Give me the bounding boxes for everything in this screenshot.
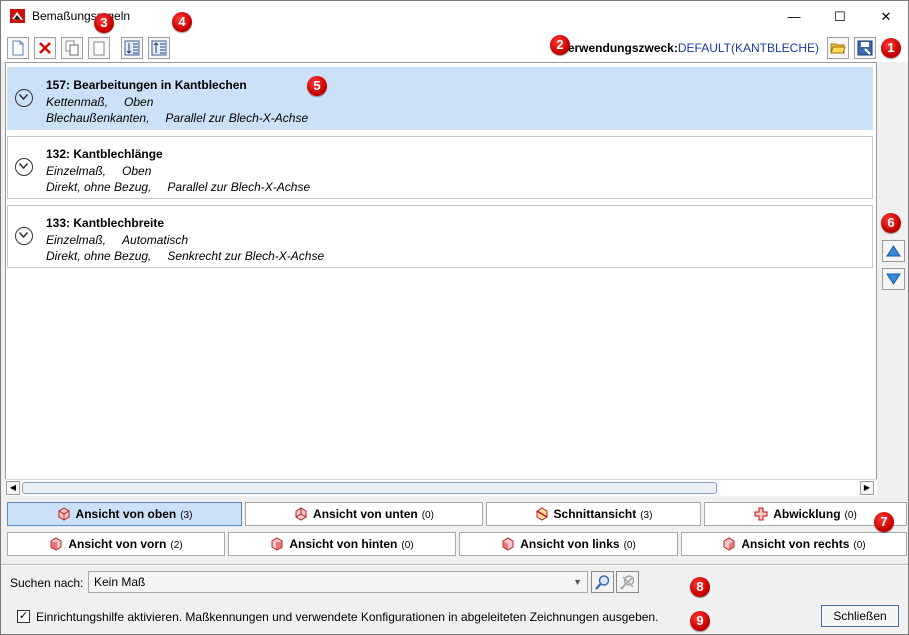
save-icon (857, 40, 873, 56)
save-configuration-button[interactable] (854, 37, 876, 59)
chevron-down-icon (19, 94, 28, 100)
search-combobox[interactable]: Kein Maß ▼ (88, 571, 588, 593)
move-down-button[interactable] (882, 268, 905, 290)
rule-title: 132: Kantblechlänge (46, 147, 163, 161)
setup-help-label: Einrichtungshilfe aktivieren. Maßkennung… (36, 610, 659, 624)
chevron-down-icon[interactable]: ▼ (573, 572, 582, 592)
new-document-icon (12, 40, 24, 56)
rule-line-1: Einzelmaß, Oben (46, 164, 152, 178)
section-cube-icon (536, 507, 548, 521)
view-bottom-button[interactable]: Ansicht von unten (0) (245, 502, 483, 526)
rules-list[interactable]: 157: Bearbeitungen in Kantblechen Ketten… (5, 62, 877, 495)
view-section-button[interactable]: Schnittansicht (3) (486, 502, 701, 526)
scroll-thumb[interactable] (22, 482, 717, 494)
expand-rule-toggle[interactable] (15, 227, 33, 245)
rule-line-1: Kettenmaß, Oben (46, 95, 154, 109)
purpose-label: Verwendungszweck: (560, 41, 678, 55)
view-top-button[interactable]: Ansicht von oben (3) (7, 502, 242, 526)
arrow-up-icon (886, 245, 901, 257)
rule-line-1: Einzelmaß, Automatisch (46, 233, 189, 247)
clear-search-icon (620, 575, 635, 590)
folder-open-icon (830, 43, 846, 54)
purpose-value: DEFAULT(KANTBLECHE) (677, 41, 819, 55)
rule-line-2: Blechaußenkanten, Parallel zur Blech-X-Ac… (46, 111, 309, 125)
copy-icon (65, 40, 79, 56)
rule-card[interactable]: 157: Bearbeitungen in Kantblechen Ketten… (7, 67, 873, 130)
view-right-button[interactable]: Ansicht von rechts (0) (681, 532, 907, 556)
callout-badge: 3 (94, 13, 114, 33)
cube-icon (295, 507, 307, 521)
paste-icon (93, 41, 105, 56)
callout-badge: 7 (874, 512, 894, 532)
cube-icon (502, 537, 514, 551)
rule-line-2: Direkt, ohne Bezug, Senkrecht zur Blech-X… (46, 249, 325, 263)
cube-icon (58, 507, 70, 521)
expand-all-icon (124, 40, 140, 56)
collapse-all-button[interactable] (148, 37, 170, 59)
scroll-left-button[interactable]: ◀ (6, 481, 20, 495)
scroll-right-button[interactable]: ▶ (860, 481, 874, 495)
toolbar: Verwendungszweck:DEFAULT(KANTBLECHE) (1, 32, 908, 62)
rule-title: 133: Kantblechbreite (46, 216, 165, 230)
divider (1, 565, 908, 566)
rule-title: 157: Bearbeitungen in Kantblechen (46, 78, 247, 92)
window-title: Bemaßungsregeln (32, 9, 131, 23)
callout-badge: 8 (690, 577, 710, 597)
unfold-icon (754, 507, 768, 521)
callout-badge: 6 (881, 213, 901, 233)
collapse-all-icon (151, 40, 167, 56)
rule-line-2: Direkt, ohne Bezug, Parallel zur Blech-X-… (46, 180, 311, 194)
rule-card[interactable]: 132: Kantblechlänge Einzelmaß, Oben Direk… (7, 136, 873, 199)
delete-rule-button[interactable] (34, 37, 56, 59)
purpose-info: Verwendungszweck:DEFAULT(KANTBLECHE) (560, 41, 819, 55)
close-button[interactable]: Schließen (821, 605, 899, 627)
dimensioning-rules-window: Bemaßungsregeln — ☐ ✕ Verwendungszweck:D… (0, 0, 909, 635)
delete-icon (39, 42, 51, 54)
cube-icon (271, 537, 283, 551)
open-folder-button[interactable] (827, 37, 849, 59)
callout-badge: 4 (172, 12, 192, 32)
cube-icon (723, 537, 735, 551)
view-back-button[interactable]: Ansicht von hinten (0) (228, 532, 456, 556)
callout-badge: 1 (881, 38, 901, 58)
callout-badge: 2 (550, 35, 570, 55)
close-window-button[interactable]: ✕ (863, 1, 908, 32)
chevron-down-icon (19, 232, 28, 238)
expand-all-button[interactable] (121, 37, 143, 59)
magnifier-icon (595, 575, 610, 590)
expand-rule-toggle[interactable] (15, 89, 33, 107)
expand-rule-toggle[interactable] (15, 158, 33, 176)
view-left-button[interactable]: Ansicht von links (0) (459, 532, 678, 556)
new-rule-button[interactable] (7, 37, 29, 59)
chevron-down-icon (19, 163, 28, 169)
copy-rule-button[interactable] (61, 37, 83, 59)
callout-badge: 5 (307, 76, 327, 96)
horizontal-scrollbar[interactable]: ◀ ▶ (5, 479, 877, 496)
view-front-button[interactable]: Ansicht von vorn (2) (7, 532, 225, 556)
search-label: Suchen nach: (10, 576, 84, 590)
paste-rule-button[interactable] (88, 37, 110, 59)
app-icon (10, 9, 25, 23)
cube-icon (50, 537, 62, 551)
setup-help-checkbox[interactable]: ✓ (17, 610, 30, 623)
callout-badge: 9 (690, 611, 710, 631)
minimize-button[interactable]: — (771, 1, 817, 32)
arrow-down-icon (886, 273, 901, 285)
title-bar: Bemaßungsregeln — ☐ ✕ (1, 1, 908, 32)
search-value: Kein Maß (94, 575, 146, 589)
maximize-button[interactable]: ☐ (817, 1, 863, 32)
clear-search-button[interactable] (616, 571, 639, 593)
search-button[interactable] (591, 571, 614, 593)
move-up-button[interactable] (882, 240, 905, 262)
rule-card[interactable]: 133: Kantblechbreite Einzelmaß, Automatis… (7, 205, 873, 268)
